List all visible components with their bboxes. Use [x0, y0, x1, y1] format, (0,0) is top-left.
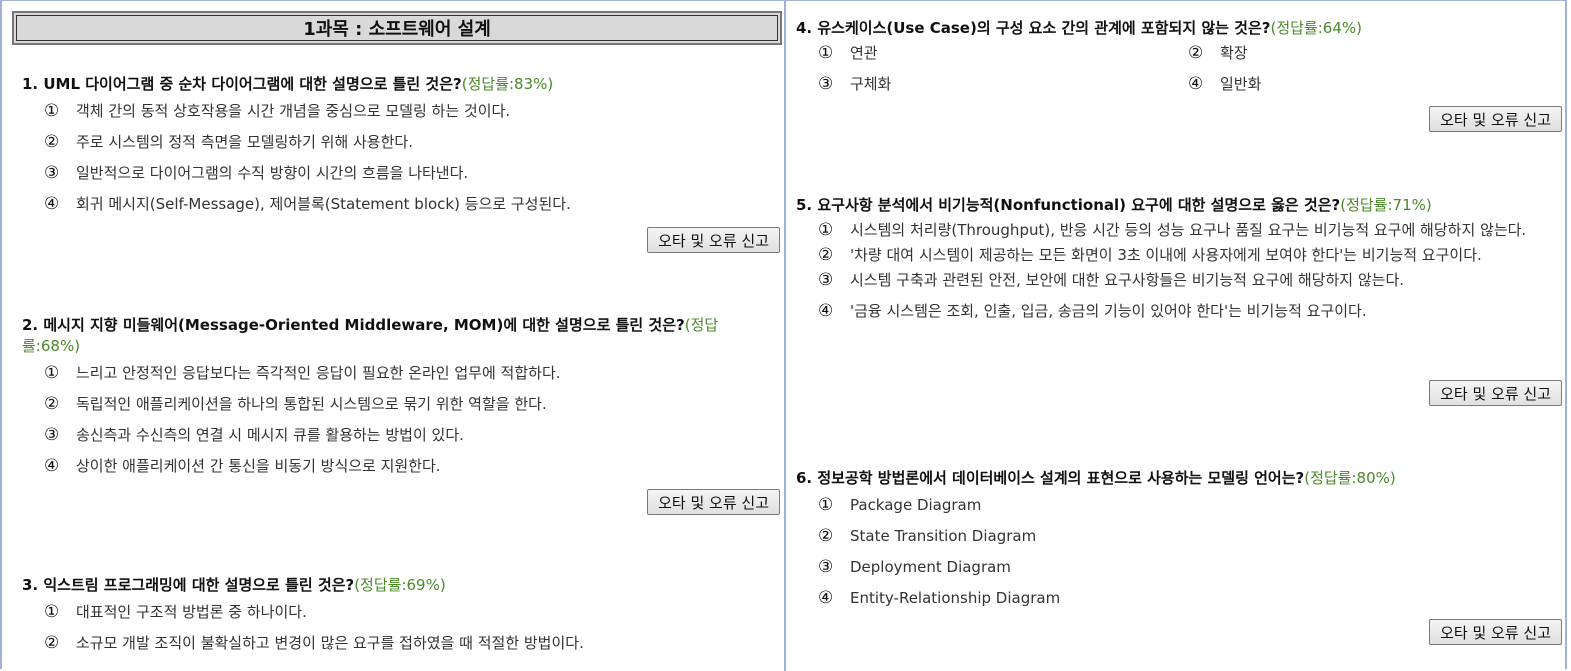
question-title: 3. 익스트림 프로그래밍에 대한 설명으로 틀린 것은?(정답률:69%) [22, 576, 446, 594]
option-1[interactable]: ① 시스템의 처리량(Throughput), 반응 시간 등의 성능 요구나 품… [818, 220, 1556, 241]
question-3: 3. 익스트림 프로그래밍에 대한 설명으로 틀린 것은?(정답률:69%) ①… [12, 575, 784, 654]
question-title: 4. 유스케이스(Use Case)의 구성 요소 간의 관계에 포함되지 않는… [796, 19, 1362, 37]
correct-rate: (정답률:83%) [461, 75, 554, 93]
option-2[interactable]: ② 독립적인 애플리케이션을 하나의 통합된 시스템으로 묶기 위한 역할을 한다… [44, 394, 774, 415]
option-1[interactable]: ① 대표적인 구조적 방법론 중 하나이다. [44, 602, 774, 623]
option-3[interactable]: ③ Deployment Diagram [818, 557, 1556, 578]
option-3[interactable]: ③ 시스템 구축과 관련된 안전, 보안에 대한 요구사항들은 비기능적 요구에 … [818, 270, 1556, 291]
question-1: 1. UML 다이어그램 중 순차 다이어그램에 대한 설명으로 틀린 것은?(… [12, 74, 784, 215]
question-title: 5. 요구사항 분석에서 비기능적(Nonfunctional) 요구에 대한 … [796, 196, 1432, 214]
right-column: 4. 유스케이스(Use Case)의 구성 요소 간의 관계에 포함되지 않는… [786, 0, 1566, 671]
question-6: 6. 정보공학 방법론에서 데이터베이스 설계의 표현으로 사용하는 모델링 언… [786, 468, 1566, 609]
report-error-button[interactable]: 오타 및 오류 신고 [1429, 106, 1562, 132]
option-4[interactable]: ④ 일반화 [1188, 74, 1558, 95]
option-2[interactable]: ② 주로 시스템의 정적 측면을 모델링하기 위해 사용한다. [44, 132, 774, 153]
correct-rate: (정답률:71%) [1340, 196, 1432, 214]
question-title: 2. 메시지 지향 미들웨어(Message-Oriented Middlewa… [22, 316, 719, 355]
question-2: 2. 메시지 지향 미들웨어(Message-Oriented Middlewa… [12, 315, 784, 477]
report-error-button[interactable]: 오타 및 오류 신고 [647, 489, 780, 515]
question-title: 6. 정보공학 방법론에서 데이터베이스 설계의 표현으로 사용하는 모델링 언… [796, 469, 1396, 487]
report-error-button[interactable]: 오타 및 오류 신고 [647, 227, 780, 253]
option-2[interactable]: ② 확장 [1188, 43, 1558, 64]
option-3[interactable]: ③ 일반적으로 다이어그램의 수직 방향이 시간의 흐름을 나타낸다. [44, 163, 774, 184]
option-2[interactable]: ② State Transition Diagram [818, 526, 1556, 547]
correct-rate: (정답률:64%) [1270, 19, 1362, 37]
option-1[interactable]: ① 객체 간의 동적 상호작용을 시간 개념을 중심으로 모델링 하는 것이다. [44, 101, 774, 122]
option-1[interactable]: ① 느리고 안정적인 응답보다는 즉각적인 응답이 필요한 온라인 업무에 적합하… [44, 363, 774, 384]
question-4: 4. 유스케이스(Use Case)의 구성 요소 간의 관계에 포함되지 않는… [786, 18, 1566, 95]
left-column: 1과목 : 소프트웨어 설계 1. UML 다이어그램 중 순차 다이어그램에 … [12, 0, 786, 671]
report-error-button[interactable]: 오타 및 오류 신고 [1429, 619, 1562, 645]
subject-title: 1과목 : 소프트웨어 설계 [303, 19, 491, 40]
option-4[interactable]: ④ 상이한 애플리케이션 간 통신을 비동기 방식으로 지원한다. [44, 456, 774, 477]
correct-rate: (정답률:80%) [1304, 469, 1396, 487]
option-4[interactable]: ④ Entity-Relationship Diagram [818, 588, 1556, 609]
option-2[interactable]: ② '차량 대여 시스템이 제공하는 모든 화면이 3초 이내에 사용자에게 보여… [818, 245, 1556, 266]
option-1[interactable]: ① Package Diagram [818, 495, 1556, 516]
question-5: 5. 요구사항 분석에서 비기능적(Nonfunctional) 요구에 대한 … [786, 195, 1566, 322]
report-error-button[interactable]: 오타 및 오류 신고 [1429, 380, 1562, 406]
option-4[interactable]: ④ 회귀 메시지(Self-Message), 제어블록(Statement bl… [44, 194, 774, 215]
option-2[interactable]: ② 소규모 개발 조직이 불확실하고 변경이 많은 요구를 접하였을 때 적절한 … [44, 633, 774, 654]
correct-rate: (정답률:69%) [354, 576, 446, 594]
subject-header: 1과목 : 소프트웨어 설계 [12, 11, 782, 45]
option-3[interactable]: ③ 구체화 [818, 74, 1188, 95]
question-title: 1. UML 다이어그램 중 순차 다이어그램에 대한 설명으로 틀린 것은?(… [22, 75, 554, 93]
option-4[interactable]: ④ '금융 시스템은 조회, 인출, 입금, 송금의 기능이 있어야 한다'는 비… [818, 301, 1556, 322]
option-1[interactable]: ① 연관 [818, 43, 1188, 64]
option-3[interactable]: ③ 송신측과 수신측의 연결 시 메시지 큐를 활용하는 방법이 있다. [44, 425, 774, 446]
